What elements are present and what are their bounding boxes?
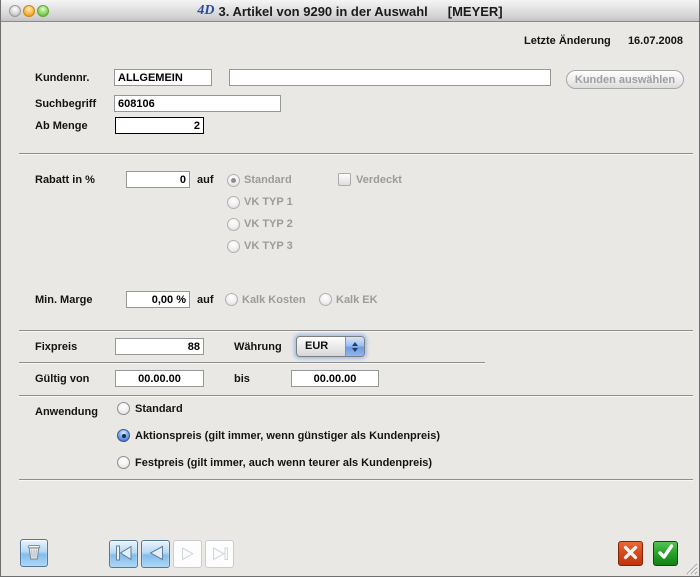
rabatt-standard-radio[interactable] <box>227 174 240 187</box>
resize-grip[interactable] <box>685 562 698 575</box>
marge-auf-label: auf <box>197 294 214 307</box>
4d-logo-icon: 4D <box>197 3 214 19</box>
rabatt-vktyp2-label: VK TYP 2 <box>244 218 293 231</box>
accept-check-icon <box>656 543 675 564</box>
waehrung-select[interactable]: EUR <box>296 336 365 357</box>
ab-menge-label: Ab Menge <box>35 120 88 133</box>
zoom-window-icon[interactable] <box>37 5 49 17</box>
anwendung-aktionspreis-label: Aktionspreis (gilt immer, wenn günstiger… <box>135 430 440 443</box>
window-title-text: 3. Artikel von 9290 in der Auswahl <box>218 4 427 19</box>
gueltig-von-label: Gültig von <box>35 373 89 386</box>
cancel-button[interactable] <box>618 541 643 566</box>
first-record-button[interactable] <box>109 540 138 568</box>
last-change-date: 16.07.2008 <box>593 35 683 48</box>
anwendung-standard-radio[interactable] <box>117 402 130 415</box>
next-record-button[interactable] <box>173 540 202 568</box>
divider <box>19 479 693 480</box>
gueltig-bis-input[interactable] <box>291 370 379 387</box>
next-record-icon <box>177 542 199 567</box>
cancel-x-icon <box>622 544 639 564</box>
window-title-context: [MEYER] <box>448 4 503 19</box>
verdeckt-checkbox[interactable] <box>338 173 351 186</box>
kalk-kosten-label: Kalk Kosten <box>242 294 306 307</box>
ab-menge-input[interactable] <box>115 117 204 134</box>
kalk-ek-label: Kalk EK <box>336 294 378 307</box>
min-marge-input[interactable] <box>126 291 190 308</box>
waehrung-selected-value: EUR <box>297 337 345 356</box>
first-record-icon <box>113 542 135 567</box>
waehrung-label: Währung <box>234 341 282 354</box>
rabatt-vktyp2-radio[interactable] <box>227 218 240 231</box>
bis-label: bis <box>234 373 250 386</box>
kalk-kosten-radio[interactable] <box>225 293 238 306</box>
rabatt-vktyp3-radio[interactable] <box>227 240 240 253</box>
fixpreis-input[interactable] <box>115 338 204 355</box>
gueltig-von-input[interactable] <box>115 370 204 387</box>
close-window-icon[interactable] <box>9 5 21 17</box>
last-record-button[interactable] <box>205 540 234 568</box>
rabatt-auf-label: auf <box>197 174 214 187</box>
window-title: 4D 3. Artikel von 9290 in der Auswahl [M… <box>61 0 639 22</box>
titlebar[interactable]: 4D 3. Artikel von 9290 in der Auswahl [M… <box>1 0 699 22</box>
suchbegriff-label: Suchbegriff <box>35 98 96 111</box>
previous-record-button[interactable] <box>141 540 170 568</box>
divider <box>19 362 485 363</box>
kalk-ek-radio[interactable] <box>319 293 332 306</box>
previous-record-icon <box>145 542 167 567</box>
delete-record-button[interactable] <box>20 539 48 567</box>
kundennr-input[interactable] <box>114 69 212 86</box>
minimize-window-icon[interactable] <box>23 5 35 17</box>
trash-icon <box>24 542 44 565</box>
article-price-window: 4D 3. Artikel von 9290 in der Auswahl [M… <box>0 0 700 577</box>
fixpreis-label: Fixpreis <box>35 341 77 354</box>
rabatt-standard-label: Standard <box>244 174 292 187</box>
verdeckt-label: Verdeckt <box>356 174 402 187</box>
divider <box>19 330 693 331</box>
popup-stepper-icon <box>345 337 364 356</box>
last-record-icon <box>209 542 231 567</box>
kundennr-label: Kundennr. <box>35 72 89 85</box>
rabatt-vktyp1-radio[interactable] <box>227 196 240 209</box>
rabatt-vktyp1-label: VK TYP 1 <box>244 196 293 209</box>
anwendung-festpreis-radio[interactable] <box>117 456 130 469</box>
rabatt-label: Rabatt in % <box>35 174 95 187</box>
divider <box>19 153 693 154</box>
rabatt-input[interactable] <box>126 171 190 188</box>
accept-button[interactable] <box>653 541 678 566</box>
divider <box>19 395 693 396</box>
anwendung-label: Anwendung <box>35 406 98 419</box>
resize-grip-icon <box>685 562 698 575</box>
kundenname-input[interactable] <box>229 69 551 86</box>
rabatt-vktyp3-label: VK TYP 3 <box>244 240 293 253</box>
anwendung-standard-label: Standard <box>135 403 183 416</box>
select-customers-button[interactable]: Kunden auswählen <box>566 70 684 89</box>
suchbegriff-input[interactable] <box>114 95 281 112</box>
anwendung-festpreis-label: Festpreis (gilt immer, auch wenn teurer … <box>135 457 432 470</box>
min-marge-label: Min. Marge <box>35 294 92 307</box>
anwendung-aktionspreis-radio[interactable] <box>117 429 130 442</box>
